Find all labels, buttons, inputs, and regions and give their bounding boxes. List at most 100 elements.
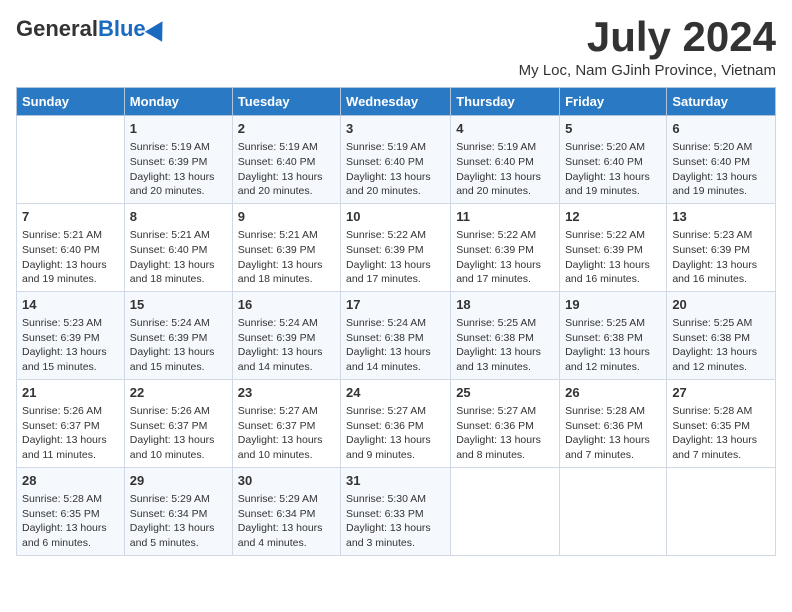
day-cell: 17 Sunrise: 5:24 AM Sunset: 6:38 PM Dayli… — [341, 291, 451, 379]
day-info: Sunrise: 5:27 AM Sunset: 6:36 PM Dayligh… — [456, 404, 554, 463]
day-cell: 21 Sunrise: 5:26 AM Sunset: 6:37 PM Dayli… — [17, 379, 125, 467]
day-info: Sunrise: 5:20 AM Sunset: 6:40 PM Dayligh… — [565, 140, 661, 199]
week-row-4: 21 Sunrise: 5:26 AM Sunset: 6:37 PM Dayli… — [17, 379, 776, 467]
day-cell: 13 Sunrise: 5:23 AM Sunset: 6:39 PM Dayli… — [667, 203, 776, 291]
day-number: 4 — [456, 120, 554, 138]
day-cell: 31 Sunrise: 5:30 AM Sunset: 6:33 PM Dayli… — [341, 467, 451, 555]
day-cell: 2Sunrise: 5:19 AM Sunset: 6:40 PM Daylig… — [232, 116, 340, 204]
week-row-3: 14Sunrise: 5:23 AM Sunset: 6:39 PM Dayli… — [17, 291, 776, 379]
day-info: Sunrise: 5:22 AM Sunset: 6:39 PM Dayligh… — [346, 228, 445, 287]
day-number: 29 — [130, 472, 227, 490]
day-cell: 20 Sunrise: 5:25 AM Sunset: 6:38 PM Dayli… — [667, 291, 776, 379]
logo-general-text: General — [16, 16, 98, 42]
day-number: 15 — [130, 296, 227, 314]
day-cell: 4 Sunrise: 5:19 AM Sunset: 6:40 PM Daylig… — [451, 116, 560, 204]
day-number: 28 — [22, 472, 119, 490]
day-number: 30 — [238, 472, 335, 490]
day-number: 21 — [22, 384, 119, 402]
day-cell: 11Sunrise: 5:22 AM Sunset: 6:39 PM Dayli… — [451, 203, 560, 291]
day-number: 9 — [238, 208, 335, 226]
day-info: Sunrise: 5:28 AM Sunset: 6:36 PM Dayligh… — [565, 404, 661, 463]
day-cell: 9 Sunrise: 5:21 AM Sunset: 6:39 PM Daylig… — [232, 203, 340, 291]
day-number: 27 — [672, 384, 770, 402]
day-number: 17 — [346, 296, 445, 314]
day-cell: 27 Sunrise: 5:28 AM Sunset: 6:35 PM Dayli… — [667, 379, 776, 467]
header-cell-friday: Friday — [560, 88, 667, 116]
day-info: Sunrise: 5:24 AM Sunset: 6:38 PM Dayligh… — [346, 316, 445, 375]
logo: General Blue — [16, 16, 168, 42]
day-info: Sunrise: 5:19 AM Sunset: 6:40 PM Dayligh… — [456, 140, 554, 199]
day-info: Sunrise: 5:25 AM Sunset: 6:38 PM Dayligh… — [565, 316, 661, 375]
day-number: 20 — [672, 296, 770, 314]
day-number: 31 — [346, 472, 445, 490]
day-cell: 8Sunrise: 5:21 AM Sunset: 6:40 PM Daylig… — [124, 203, 232, 291]
day-number: 5 — [565, 120, 661, 138]
day-info: Sunrise: 5:19 AM Sunset: 6:39 PM Dayligh… — [130, 140, 227, 199]
day-cell: 3 Sunrise: 5:19 AM Sunset: 6:40 PM Daylig… — [341, 116, 451, 204]
day-number: 6 — [672, 120, 770, 138]
title-block: July 2024 My Loc, Nam GJinh Province, Vi… — [519, 16, 776, 79]
day-info: Sunrise: 5:23 AM Sunset: 6:39 PM Dayligh… — [672, 228, 770, 287]
day-info: Sunrise: 5:19 AM Sunset: 6:40 PM Dayligh… — [346, 140, 445, 199]
day-cell: 29 Sunrise: 5:29 AM Sunset: 6:34 PM Dayli… — [124, 467, 232, 555]
month-title: July 2024 — [519, 16, 776, 58]
calendar-header: SundayMondayTuesdayWednesdayThursdayFrid… — [17, 88, 776, 116]
day-cell: 25Sunrise: 5:27 AM Sunset: 6:36 PM Dayli… — [451, 379, 560, 467]
day-info: Sunrise: 5:26 AM Sunset: 6:37 PM Dayligh… — [22, 404, 119, 463]
day-number: 3 — [346, 120, 445, 138]
day-info: Sunrise: 5:30 AM Sunset: 6:33 PM Dayligh… — [346, 492, 445, 551]
day-info: Sunrise: 5:24 AM Sunset: 6:39 PM Dayligh… — [238, 316, 335, 375]
day-info: Sunrise: 5:24 AM Sunset: 6:39 PM Dayligh… — [130, 316, 227, 375]
day-cell — [451, 467, 560, 555]
calendar-table: SundayMondayTuesdayWednesdayThursdayFrid… — [16, 87, 776, 556]
day-cell: 18Sunrise: 5:25 AM Sunset: 6:38 PM Dayli… — [451, 291, 560, 379]
day-number: 13 — [672, 208, 770, 226]
day-number: 8 — [130, 208, 227, 226]
day-cell: 26 Sunrise: 5:28 AM Sunset: 6:36 PM Dayli… — [560, 379, 667, 467]
calendar-body: 1 Sunrise: 5:19 AM Sunset: 6:39 PM Daylig… — [17, 116, 776, 556]
day-number: 22 — [130, 384, 227, 402]
day-info: Sunrise: 5:27 AM Sunset: 6:37 PM Dayligh… — [238, 404, 335, 463]
logo-blue-text: Blue — [98, 16, 146, 42]
day-cell: 22Sunrise: 5:26 AM Sunset: 6:37 PM Dayli… — [124, 379, 232, 467]
day-info: Sunrise: 5:21 AM Sunset: 6:39 PM Dayligh… — [238, 228, 335, 287]
page-header: General Blue July 2024 My Loc, Nam GJinh… — [16, 16, 776, 79]
logo-triangle-icon — [144, 16, 170, 42]
day-info: Sunrise: 5:25 AM Sunset: 6:38 PM Dayligh… — [672, 316, 770, 375]
day-info: Sunrise: 5:25 AM Sunset: 6:38 PM Dayligh… — [456, 316, 554, 375]
day-number: 16 — [238, 296, 335, 314]
day-number: 10 — [346, 208, 445, 226]
header-cell-wednesday: Wednesday — [341, 88, 451, 116]
day-info: Sunrise: 5:22 AM Sunset: 6:39 PM Dayligh… — [565, 228, 661, 287]
day-number: 1 — [130, 120, 227, 138]
day-cell: 24Sunrise: 5:27 AM Sunset: 6:36 PM Dayli… — [341, 379, 451, 467]
day-cell: 28Sunrise: 5:28 AM Sunset: 6:35 PM Dayli… — [17, 467, 125, 555]
day-info: Sunrise: 5:20 AM Sunset: 6:40 PM Dayligh… — [672, 140, 770, 199]
day-cell: 10 Sunrise: 5:22 AM Sunset: 6:39 PM Dayli… — [341, 203, 451, 291]
day-cell — [560, 467, 667, 555]
week-row-5: 28Sunrise: 5:28 AM Sunset: 6:35 PM Dayli… — [17, 467, 776, 555]
day-info: Sunrise: 5:29 AM Sunset: 6:34 PM Dayligh… — [130, 492, 227, 551]
day-number: 26 — [565, 384, 661, 402]
day-number: 12 — [565, 208, 661, 226]
header-cell-saturday: Saturday — [667, 88, 776, 116]
day-cell: 16 Sunrise: 5:24 AM Sunset: 6:39 PM Dayli… — [232, 291, 340, 379]
day-number: 11 — [456, 208, 554, 226]
day-cell — [667, 467, 776, 555]
day-cell: 30 Sunrise: 5:29 AM Sunset: 6:34 PM Dayli… — [232, 467, 340, 555]
day-cell: 7Sunrise: 5:21 AM Sunset: 6:40 PM Daylig… — [17, 203, 125, 291]
day-cell: 12 Sunrise: 5:22 AM Sunset: 6:39 PM Dayli… — [560, 203, 667, 291]
day-info: Sunrise: 5:27 AM Sunset: 6:36 PM Dayligh… — [346, 404, 445, 463]
day-info: Sunrise: 5:21 AM Sunset: 6:40 PM Dayligh… — [22, 228, 119, 287]
week-row-2: 7Sunrise: 5:21 AM Sunset: 6:40 PM Daylig… — [17, 203, 776, 291]
day-info: Sunrise: 5:28 AM Sunset: 6:35 PM Dayligh… — [672, 404, 770, 463]
day-number: 2 — [238, 120, 335, 138]
day-cell: 14Sunrise: 5:23 AM Sunset: 6:39 PM Dayli… — [17, 291, 125, 379]
day-cell: 6 Sunrise: 5:20 AM Sunset: 6:40 PM Daylig… — [667, 116, 776, 204]
day-cell: 5 Sunrise: 5:20 AM Sunset: 6:40 PM Daylig… — [560, 116, 667, 204]
day-cell: 19Sunrise: 5:25 AM Sunset: 6:38 PM Dayli… — [560, 291, 667, 379]
day-cell: 15 Sunrise: 5:24 AM Sunset: 6:39 PM Dayli… — [124, 291, 232, 379]
day-info: Sunrise: 5:23 AM Sunset: 6:39 PM Dayligh… — [22, 316, 119, 375]
day-cell — [17, 116, 125, 204]
day-info: Sunrise: 5:29 AM Sunset: 6:34 PM Dayligh… — [238, 492, 335, 551]
